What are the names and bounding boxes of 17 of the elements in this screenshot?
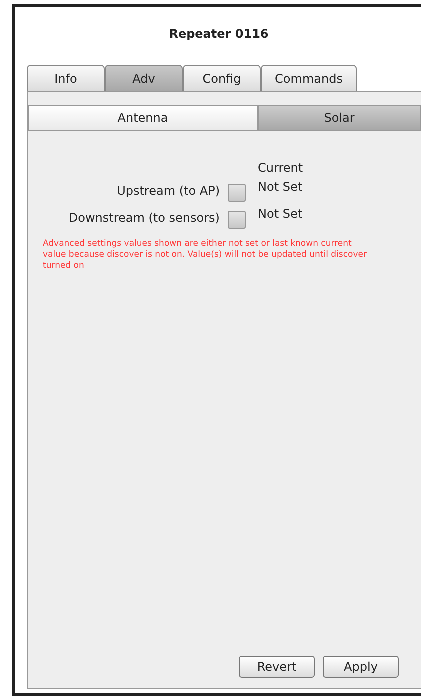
current-value: Not Set <box>258 207 304 221</box>
window-title: Repeater 0116 <box>168 27 270 41</box>
checkbox[interactable] <box>228 211 246 229</box>
tab[interactable]: Adv <box>105 65 183 91</box>
tab[interactable]: Config <box>183 65 261 91</box>
setting-label: Downstream (to sensors) <box>68 210 221 225</box>
setting-label: Upstream (to AP) <box>116 183 221 198</box>
segment-tab[interactable]: Solar <box>258 105 421 131</box>
checkbox[interactable] <box>228 184 246 202</box>
tab[interactable]: Info <box>27 65 105 91</box>
action-button[interactable]: Revert <box>239 656 315 678</box>
column-header: Current <box>258 161 304 175</box>
warning-message: Advanced settings values shown are either not set or last known current value because discover is not on. Value(s) will not be updated until discover turned on <box>43 239 368 272</box>
current-value: Not Set <box>258 180 304 194</box>
segment-tab[interactable]: Antenna <box>28 105 258 131</box>
action-button[interactable]: Apply <box>323 656 399 678</box>
tab[interactable]: Commands <box>261 65 357 91</box>
